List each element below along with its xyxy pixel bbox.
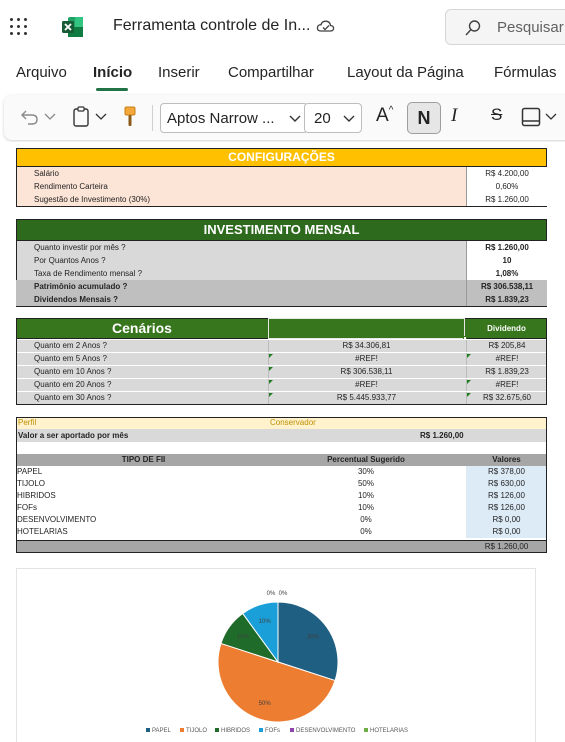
perfil-value: Conservador [270, 418, 316, 427]
dividendo-header: Dividendo [487, 324, 526, 333]
search-placeholder: Pesquisar [497, 19, 564, 36]
error-indicator [269, 367, 273, 371]
document-title[interactable]: Ferramenta controle de In... [113, 17, 310, 35]
config-row[interactable]: Sugestão de Investimento (30%) R$ 1.260,… [16, 193, 547, 206]
error-indicator [467, 380, 471, 384]
ribbon-tabs: Arquivo Início Inserir Compartilhar Layo… [0, 54, 565, 92]
investimento-row[interactable]: Taxa de Rendimento mensal ? 1,08% [16, 267, 547, 280]
selected-cell[interactable] [268, 318, 465, 339]
app-launcher-icon[interactable] [10, 18, 28, 36]
fii-row[interactable]: TIJOLO 50% R$ 630,00 [16, 478, 547, 490]
config-row[interactable]: Rendimento Carteira 0,60% [16, 180, 547, 193]
fii-border [16, 417, 17, 541]
investimento-row[interactable]: Dividendos Mensais ? R$ 1.839,23 [16, 293, 547, 306]
error-indicator [269, 380, 273, 384]
investimento-row[interactable]: Por Quantos Anos ? 10 [16, 254, 547, 267]
font-name-value: Aptos Narrow ... [167, 110, 275, 127]
fii-total-value: R$ 1.260,00 [484, 542, 529, 551]
legend-item-desenvolvimento: DESENVOLVIMENTO [290, 728, 355, 734]
pie-label-hotelarias: 0% [279, 591, 288, 597]
tab-inserir[interactable]: Inserir [158, 64, 200, 81]
font-size-value: 20 [314, 110, 331, 127]
error-indicator [269, 354, 273, 358]
tab-formulas[interactable]: Fórmulas [494, 64, 557, 81]
tab-compartilhar[interactable]: Compartilhar [228, 64, 314, 81]
aporte-value: R$ 1.260,00 [420, 431, 464, 440]
fii-col-tipo: TIPO DE FII [121, 455, 166, 464]
chevron-down-icon [289, 115, 301, 122]
chevron-down-icon[interactable] [95, 112, 107, 122]
cenarios-title: Cenários [112, 320, 172, 336]
legend-item-tijolo: TIJOLO [180, 728, 207, 734]
toolbar-separator [152, 105, 153, 131]
fii-row[interactable]: FOFs 10% R$ 126,00 [16, 502, 547, 514]
error-indicator [269, 393, 273, 397]
legend-item-papel: PAPEL [146, 728, 171, 734]
active-tab-indicator [96, 88, 128, 91]
format-painter-icon[interactable] [122, 106, 138, 128]
pie-label-papel: 30% [307, 635, 320, 641]
pie-chart-container[interactable]: 30% 50% 10% 10% 0% 0% [16, 568, 536, 742]
search-input[interactable]: Pesquisar [445, 9, 565, 45]
fii-row[interactable]: DESENVOLVIMENTO 0% R$ 0,00 [16, 514, 547, 526]
cloud-saved-icon[interactable] [316, 17, 336, 37]
legend-item-fofs: FOFs [259, 728, 280, 734]
chevron-down-icon[interactable] [44, 112, 56, 122]
chart-legend: PAPEL TIJOLO HIBRIDOS FOFs DESENVOLVIMEN… [0, 728, 565, 738]
excel-logo-icon[interactable] [62, 16, 84, 38]
blank-row [16, 442, 547, 454]
grow-font-icon[interactable]: A^ [376, 105, 393, 127]
aporte-label: Valor a ser aportado por mês [18, 431, 129, 440]
cenario-row[interactable]: Quanto em 5 Anos ? #REF! #REF! [16, 352, 547, 365]
fii-row[interactable]: HOTELARIAS 0% R$ 0,00 [16, 526, 547, 538]
cenario-row[interactable]: Quanto em 30 Anos ? R$ 5.445.933,77 R$ 3… [16, 391, 547, 405]
perfil-label: Perfil [18, 418, 37, 427]
config-header: CONFIGURAÇÕES [16, 148, 547, 167]
pie-label-fofs: 10% [259, 619, 272, 625]
paste-clipboard-icon[interactable] [72, 106, 90, 128]
fii-row[interactable]: PAPEL 30% R$ 378,00 [16, 466, 547, 478]
investimento-row[interactable]: Patrimônio acumulado ? R$ 306.538,11 [16, 280, 547, 293]
config-row[interactable]: Salário R$ 4.200,00 [16, 167, 547, 180]
chevron-down-icon [343, 115, 355, 122]
strikethrough-button[interactable]: S [491, 105, 502, 125]
tab-arquivo[interactable]: Arquivo [16, 64, 67, 81]
ribbon-toolbar: Aptos Narrow ... 20 A^ N I S [4, 95, 565, 140]
fii-col-valores: Valores [492, 455, 521, 464]
pie-chart[interactable]: 30% 50% 10% 10% 0% 0% [17, 569, 537, 742]
investimento-row[interactable]: Quanto investir por mês ? R$ 1.260,00 [16, 241, 547, 254]
pie-label-desenvolvimento: 0% [267, 591, 276, 597]
search-icon [465, 20, 481, 36]
chevron-down-icon[interactable] [545, 112, 557, 122]
title-bar: Ferramenta controle de In... Pesquisar [0, 0, 565, 54]
cenario-row[interactable]: Quanto em 2 Anos ? R$ 34.306,81 R$ 205,8… [16, 339, 547, 352]
legend-item-hibridos: HIBRIDOS [215, 728, 250, 734]
bold-button[interactable]: N [407, 102, 441, 134]
fii-row[interactable]: HIBRIDOS 10% R$ 126,00 [16, 490, 547, 502]
undo-icon[interactable] [20, 108, 40, 126]
tab-layout-da-pagina[interactable]: Layout da Página [347, 64, 464, 81]
fii-col-percentual: Percentual Sugerido [327, 455, 405, 464]
cenario-row[interactable]: Quanto em 10 Anos ? R$ 306.538,11 R$ 1.8… [16, 365, 547, 378]
font-name-dropdown[interactable]: Aptos Narrow ... [160, 103, 308, 133]
borders-icon[interactable] [521, 107, 541, 127]
error-indicator [467, 393, 471, 397]
fii-border [546, 417, 547, 541]
cenarios-border [16, 318, 17, 405]
font-size-dropdown[interactable]: 20 [304, 103, 362, 133]
pie-label-hibridos: 10% [237, 635, 250, 641]
error-indicator [467, 354, 471, 358]
legend-item-hotelarias: HOTELARIAS [364, 728, 408, 734]
investimento-header: INVESTIMENTO MENSAL [16, 219, 547, 241]
italic-button[interactable]: I [451, 105, 457, 127]
tab-inicio[interactable]: Início [93, 64, 132, 81]
worksheet[interactable]: CONFIGURAÇÕES Salário R$ 4.200,00 Rendim… [0, 142, 565, 742]
pie-label-tijolo: 50% [259, 701, 272, 707]
cenario-row[interactable]: Quanto em 20 Anos ? #REF! #REF! [16, 378, 547, 391]
cenarios-border [546, 318, 547, 405]
